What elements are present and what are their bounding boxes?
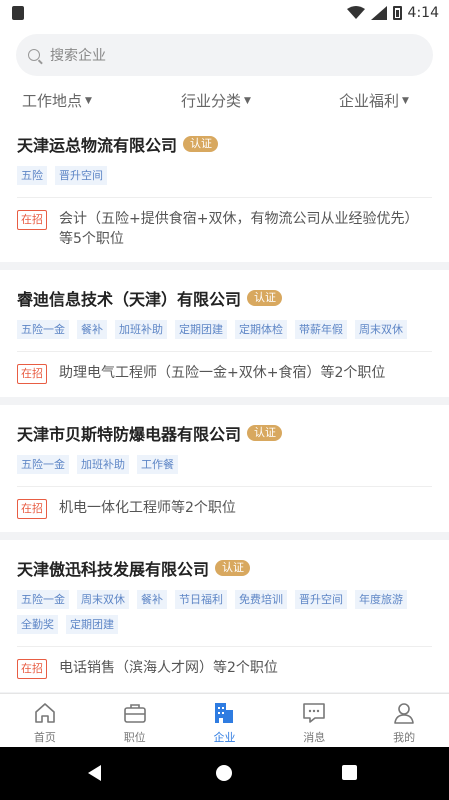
benefit-tags: 五险一金 加班补助 工作餐 <box>17 455 432 487</box>
tab-messages[interactable]: 消息 <box>269 694 359 747</box>
tab-label: 企业 <box>213 731 236 744</box>
job-summary[interactable]: 在招 助理电气工程师（五险一金+双休+食宿）等2个职位 <box>17 352 432 397</box>
back-icon[interactable] <box>88 765 101 781</box>
benefit-tags: 五险一金 餐补 加班补助 定期团建 定期体检 带薪年假 周末双休 <box>17 320 432 352</box>
benefit-tag: 免费培训 <box>235 590 287 609</box>
search-input[interactable]: 搜索企业 <box>50 45 106 65</box>
hiring-badge: 在招 <box>17 364 47 384</box>
benefit-tag: 晋升空间 <box>55 166 107 185</box>
tab-label: 消息 <box>303 731 326 744</box>
company-list[interactable]: 天津运总物流有限公司 认证 五险 晋升空间 在招 会计（五险+提供食宿+双休，有… <box>0 116 449 693</box>
verified-badge: 认证 <box>183 136 219 152</box>
bottom-tab-bar: 首页 职位 企业 消息 我的 <box>0 693 449 747</box>
benefit-tag: 定期团建 <box>175 320 227 339</box>
company-name: 天津傲迅科技发展有限公司 <box>17 560 210 579</box>
tab-label: 我的 <box>393 731 416 744</box>
benefit-tag: 全勤奖 <box>17 615 58 634</box>
tab-label: 首页 <box>33 731 56 744</box>
job-text: 助理电气工程师（五险一金+双休+食宿）等2个职位 <box>59 365 386 381</box>
company-name: 睿迪信息技术（天津）有限公司 <box>17 290 242 309</box>
job-text: 机电一体化工程师等2个职位 <box>59 500 236 516</box>
hiring-badge: 在招 <box>17 210 47 230</box>
briefcase-icon <box>123 704 146 723</box>
company-card[interactable]: 天津运总物流有限公司 认证 五险 晋升空间 在招 会计（五险+提供食宿+双休，有… <box>0 116 449 262</box>
filter-label: 工作地点 <box>22 92 83 110</box>
benefit-tag: 五险一金 <box>17 455 69 474</box>
building-icon <box>215 703 234 723</box>
benefit-tag: 定期体检 <box>235 320 287 339</box>
benefit-tag: 五险一金 <box>17 590 69 609</box>
sd-card-icon <box>12 6 24 20</box>
benefit-tag: 餐补 <box>77 320 107 339</box>
verified-badge: 认证 <box>247 290 283 306</box>
benefit-tag: 周末双休 <box>77 590 129 609</box>
benefit-tag: 五险一金 <box>17 320 69 339</box>
benefit-tags: 五险一金 周末双休 餐补 节日福利 免费培训 晋升空间 年度旅游 全勤奖 定期团… <box>17 590 432 647</box>
recent-apps-icon[interactable] <box>342 765 357 780</box>
tab-jobs[interactable]: 职位 <box>90 694 180 747</box>
filter-label: 行业分类 <box>181 92 242 110</box>
status-bar: 4:14 <box>0 0 449 26</box>
caret-down-icon: ▼ <box>85 95 92 106</box>
benefit-tag: 工作餐 <box>137 455 178 474</box>
benefit-tag: 周末双休 <box>355 320 407 339</box>
verified-badge: 认证 <box>247 425 283 441</box>
tab-company[interactable]: 企业 <box>180 694 270 747</box>
company-name: 天津市贝斯特防爆电器有限公司 <box>17 425 242 444</box>
search-icon <box>28 49 40 61</box>
company-card[interactable]: 天津市贝斯特防爆电器有限公司 认证 五险一金 加班补助 工作餐 在招 机电一体化… <box>0 405 449 532</box>
filter-industry[interactable]: 行业分类 ▼ <box>181 90 251 111</box>
caret-down-icon: ▼ <box>244 95 251 106</box>
home-icon <box>35 703 55 723</box>
job-summary[interactable]: 在招 会计（五险+提供食宿+双休，有物流公司从业经验优先）等5个职位 <box>17 198 432 262</box>
tab-home[interactable]: 首页 <box>0 694 90 747</box>
status-time: 4:14 <box>407 5 439 21</box>
benefit-tag: 加班补助 <box>115 320 167 339</box>
benefit-tag: 定期团建 <box>66 615 118 634</box>
home-circle-icon[interactable] <box>216 765 232 781</box>
filter-location[interactable]: 工作地点 ▼ <box>22 90 92 111</box>
wifi-icon <box>346 6 365 19</box>
hiring-badge: 在招 <box>17 659 47 679</box>
benefit-tag: 年度旅游 <box>355 590 407 609</box>
benefit-tag: 加班补助 <box>77 455 129 474</box>
user-icon <box>394 703 414 724</box>
top-panel: 搜索企业 工作地点 ▼ 行业分类 ▼ 企业福利 ▼ <box>0 26 449 116</box>
benefit-tag: 带薪年假 <box>295 320 347 339</box>
battery-icon <box>392 6 402 20</box>
verified-badge: 认证 <box>215 560 251 576</box>
hiring-badge: 在招 <box>17 499 47 519</box>
benefit-tag: 节日福利 <box>175 590 227 609</box>
message-icon <box>303 703 326 723</box>
signal-icon <box>370 6 387 20</box>
company-card[interactable]: 睿迪信息技术（天津）有限公司 认证 五险一金 餐补 加班补助 定期团建 定期体检… <box>0 270 449 397</box>
caret-down-icon: ▼ <box>402 95 409 106</box>
filter-bar: 工作地点 ▼ 行业分类 ▼ 企业福利 ▼ <box>0 90 449 116</box>
company-name: 天津运总物流有限公司 <box>17 136 178 155</box>
job-summary[interactable]: 在招 电话销售（滨海人才网）等2个职位 <box>17 647 432 692</box>
benefit-tag: 晋升空间 <box>295 590 347 609</box>
company-card[interactable]: 天津傲迅科技发展有限公司 认证 五险一金 周末双休 餐补 节日福利 免费培训 晋… <box>0 540 449 692</box>
job-summary[interactable]: 在招 机电一体化工程师等2个职位 <box>17 487 432 532</box>
benefit-tag: 五险 <box>17 166 47 185</box>
search-bar[interactable]: 搜索企业 <box>16 34 433 76</box>
filter-benefits[interactable]: 企业福利 ▼ <box>339 90 409 111</box>
benefit-tags: 五险 晋升空间 <box>17 166 432 198</box>
job-text: 会计（五险+提供食宿+双休，有物流公司从业经验优先）等5个职位 <box>59 211 419 247</box>
filter-label: 企业福利 <box>339 92 400 110</box>
tab-label: 职位 <box>123 731 146 744</box>
tab-profile[interactable]: 我的 <box>359 694 449 747</box>
job-text: 电话销售（滨海人才网）等2个职位 <box>59 660 278 676</box>
system-nav-bar <box>0 747 449 800</box>
benefit-tag: 餐补 <box>137 590 167 609</box>
